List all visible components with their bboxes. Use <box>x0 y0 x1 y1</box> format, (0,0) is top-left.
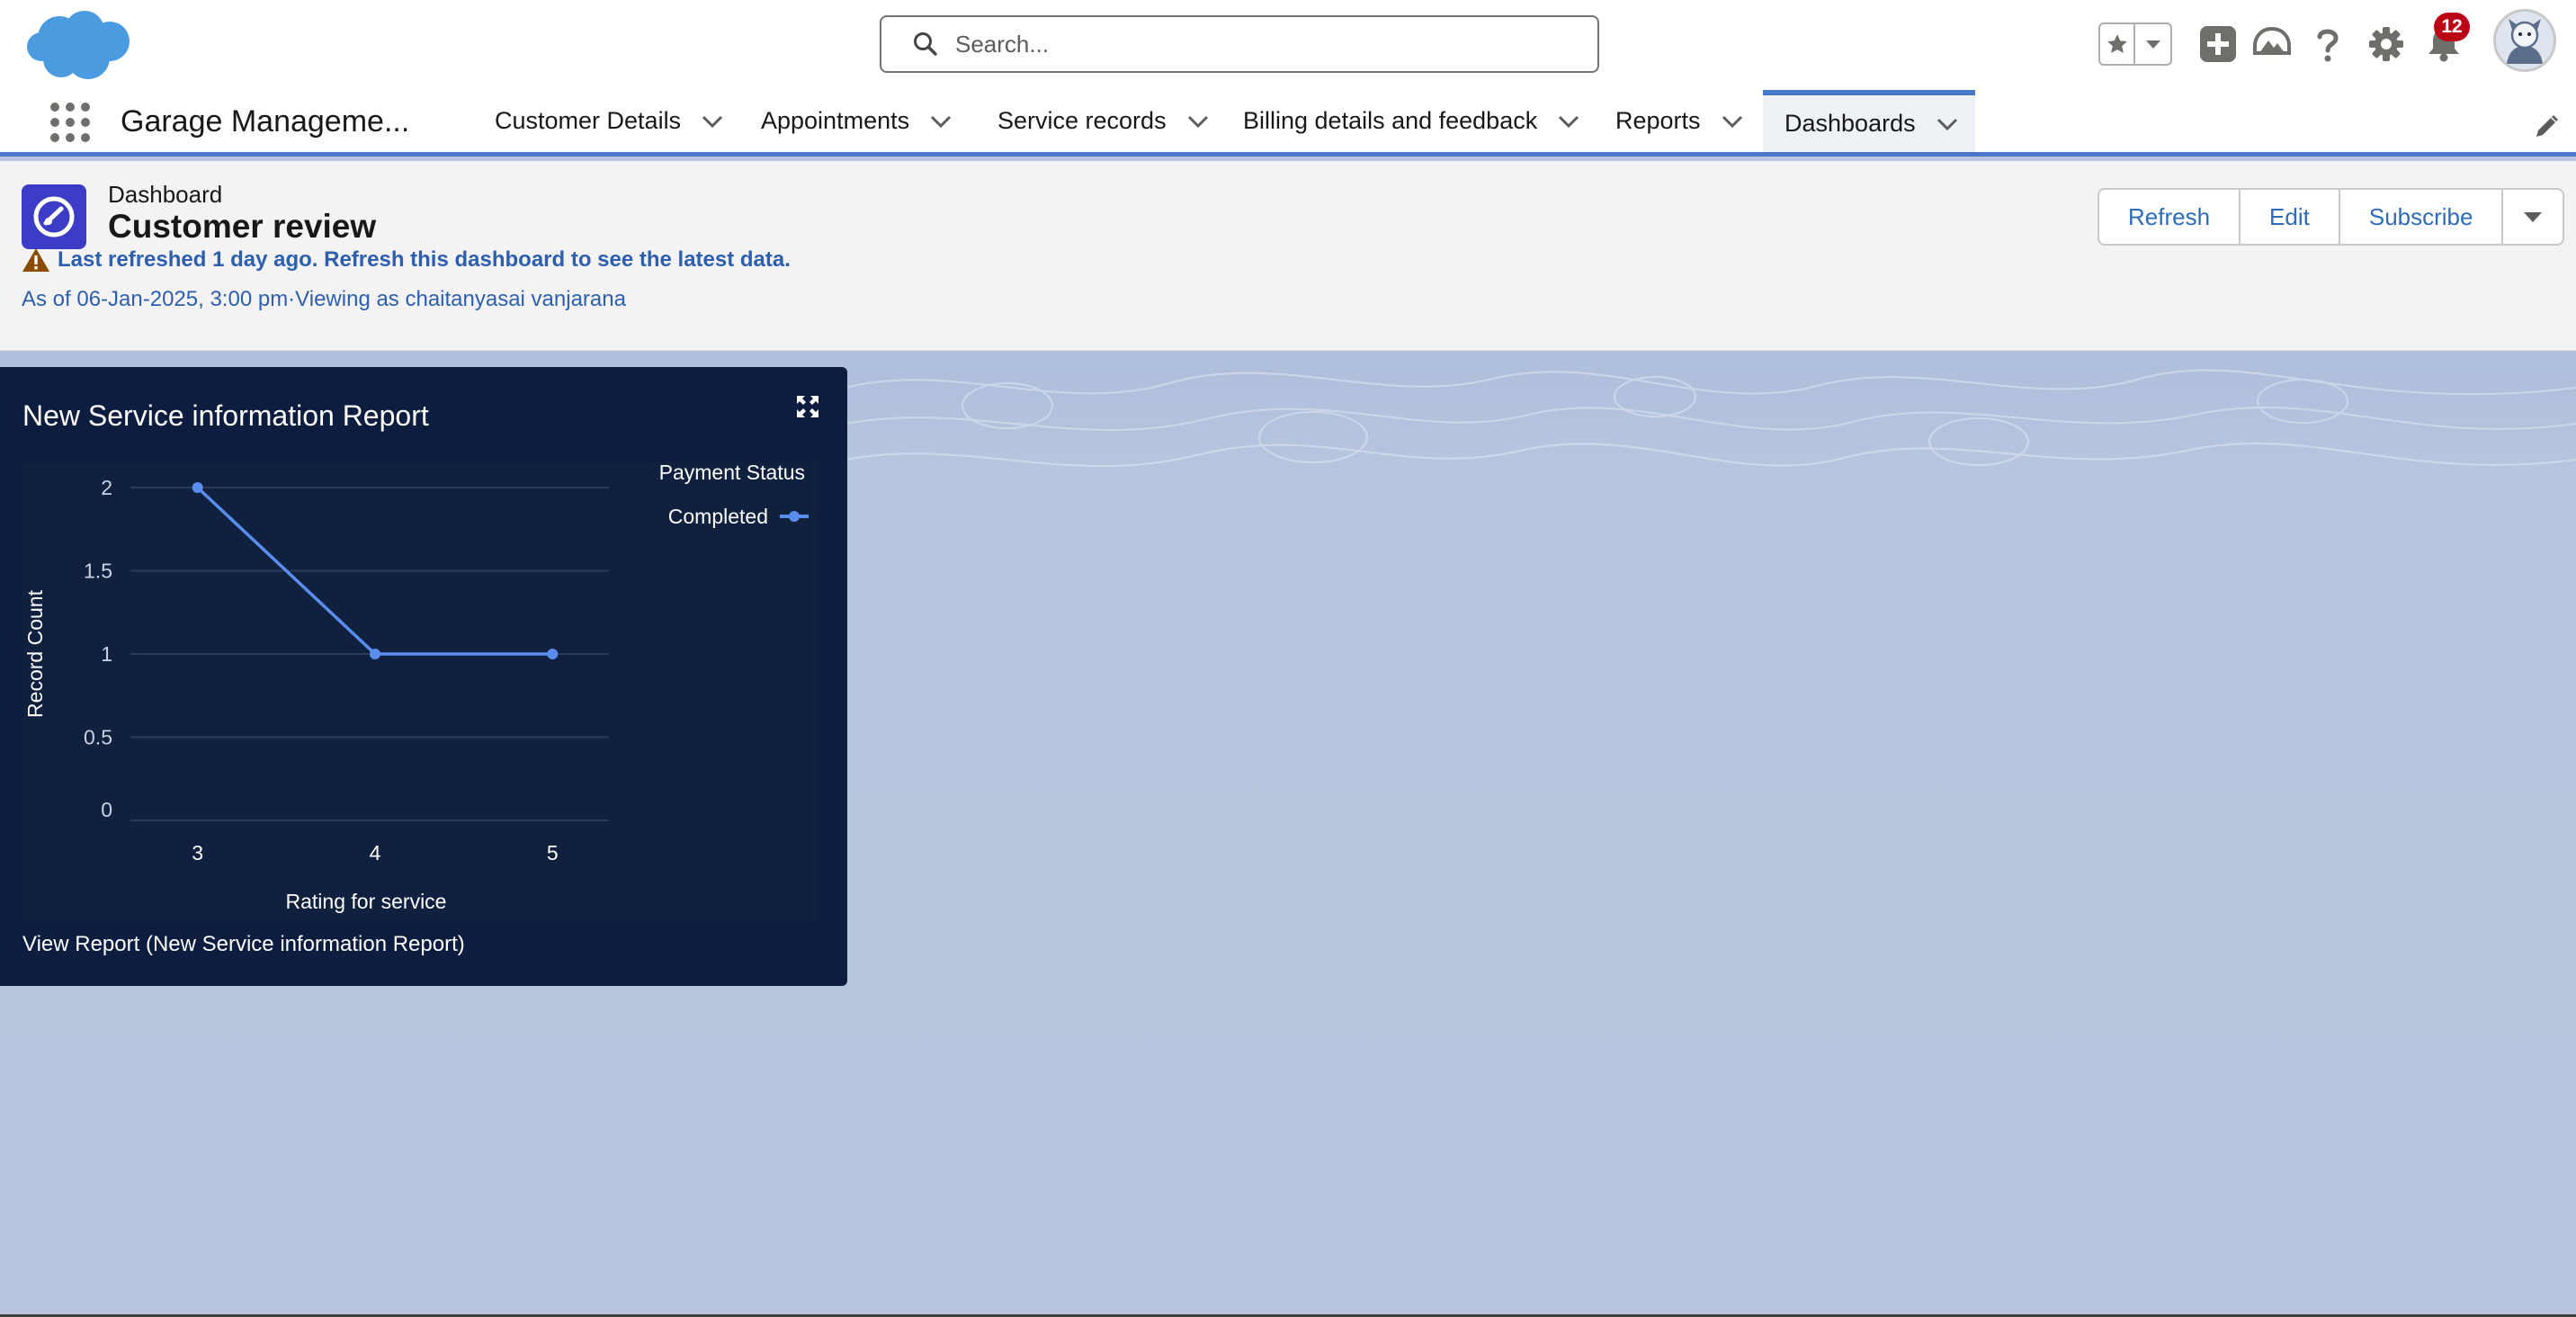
expand-icon[interactable] <box>795 394 820 419</box>
global-header: Search... 12 <box>0 0 2576 90</box>
app-navigation-bar: Garage Manageme... Customer Details Appo… <box>0 90 2576 157</box>
y-tick-label: 0 <box>101 798 112 821</box>
search-placeholder: Search... <box>955 30 1050 58</box>
x-tick-label: 5 <box>547 841 559 865</box>
tab-billing-details-and-feedback[interactable]: Billing details and feedback <box>1221 90 1597 152</box>
y-tick-label: 0.5 <box>84 726 112 749</box>
edit-nav-pencil-icon[interactable] <box>2533 113 2560 140</box>
search-icon <box>914 32 937 56</box>
view-report-link[interactable]: View Report (New Service information Rep… <box>22 932 465 957</box>
tab-label: Billing details and feedback <box>1243 107 1538 134</box>
tab-customer-details[interactable]: Customer Details <box>473 90 740 152</box>
dashboard-type-label: Dashboard <box>108 181 223 208</box>
global-search-input[interactable]: Search... <box>880 15 1599 73</box>
avatar[interactable] <box>2493 9 2556 72</box>
chevron-down-icon[interactable] <box>1557 114 1580 129</box>
chevron-down-icon[interactable] <box>1721 114 1744 129</box>
favorites-dropdown-chevron-icon[interactable] <box>2135 24 2170 64</box>
tab-reports[interactable]: Reports <box>1594 90 1760 152</box>
chevron-down-icon[interactable] <box>929 114 953 129</box>
y-tick-label: 1.5 <box>84 560 112 583</box>
legend-item-label: Completed <box>668 505 768 528</box>
as-of-viewing-as: As of 06-Jan-2025, 3:00 pm·Viewing as ch… <box>22 287 626 311</box>
help-icon[interactable] <box>2307 23 2348 65</box>
gear-icon[interactable] <box>2366 23 2407 65</box>
y-tick-label: 1 <box>101 642 112 666</box>
chart-area: Record Count Rating for service Payment … <box>22 462 818 921</box>
global-actions-plus-icon[interactable] <box>2197 23 2239 65</box>
line-chart: Record Count Rating for service Payment … <box>23 462 809 913</box>
tab-label: Customer Details <box>495 107 682 134</box>
chevron-down-icon[interactable] <box>701 114 724 129</box>
chevron-down-icon[interactable] <box>1186 114 1210 129</box>
legend-item[interactable]: Completed <box>668 505 809 528</box>
dashboard-header: Dashboard Customer review Last refreshed… <box>0 161 2576 351</box>
warning-icon <box>22 248 49 272</box>
chevron-down-icon[interactable] <box>1936 117 1959 131</box>
topographic-background-pattern <box>845 369 2576 467</box>
edit-button[interactable]: Edit <box>2241 190 2340 244</box>
favorites-button-group[interactable] <box>2098 22 2172 66</box>
app-name: Garage Manageme... <box>121 104 410 139</box>
star-icon[interactable] <box>2100 24 2135 64</box>
subscribe-button[interactable]: Subscribe <box>2340 190 2504 244</box>
salesforce-cloud-logo[interactable] <box>25 7 133 83</box>
tab-appointments[interactable]: Appointments <box>739 90 969 152</box>
dashboard-widget: New Service information Report Record Co… <box>0 367 847 986</box>
data-point <box>192 482 203 493</box>
tab-label: Reports <box>1615 107 1701 134</box>
tab-service-records[interactable]: Service records <box>976 90 1226 152</box>
chevron-down-icon <box>2524 212 2543 222</box>
tab-label: Dashboards <box>1784 110 1916 137</box>
trailhead-icon[interactable] <box>2251 23 2293 65</box>
data-point <box>547 649 559 659</box>
widget-title: New Service information Report <box>22 399 429 432</box>
dashboard-gauge-icon <box>22 184 86 249</box>
x-axis-label: Rating for service <box>286 890 447 913</box>
page-title: Customer review <box>108 208 377 245</box>
tab-label: Appointments <box>761 107 910 134</box>
refresh-button[interactable]: Refresh <box>2099 190 2241 244</box>
more-actions-button[interactable] <box>2503 190 2563 244</box>
refresh-warning-text[interactable]: Last refreshed 1 day ago. Refresh this d… <box>58 247 791 273</box>
dashboard-action-buttons: Refresh Edit Subscribe <box>2097 188 2565 246</box>
y-axis-label: Record Count <box>23 589 47 718</box>
legend-swatch-point <box>789 511 800 522</box>
legend-title: Payment Status <box>659 462 805 484</box>
refresh-warning: Last refreshed 1 day ago. Refresh this d… <box>22 247 791 273</box>
app-launcher-grid-icon[interactable] <box>50 103 90 142</box>
x-tick-label: 4 <box>370 841 381 865</box>
notification-count-badge: 12 <box>2434 13 2470 41</box>
tab-label: Service records <box>997 107 1167 134</box>
x-tick-label: 3 <box>192 841 203 865</box>
y-tick-label: 2 <box>101 476 112 499</box>
tab-dashboards[interactable]: Dashboards <box>1763 90 1975 152</box>
data-point <box>370 649 380 659</box>
